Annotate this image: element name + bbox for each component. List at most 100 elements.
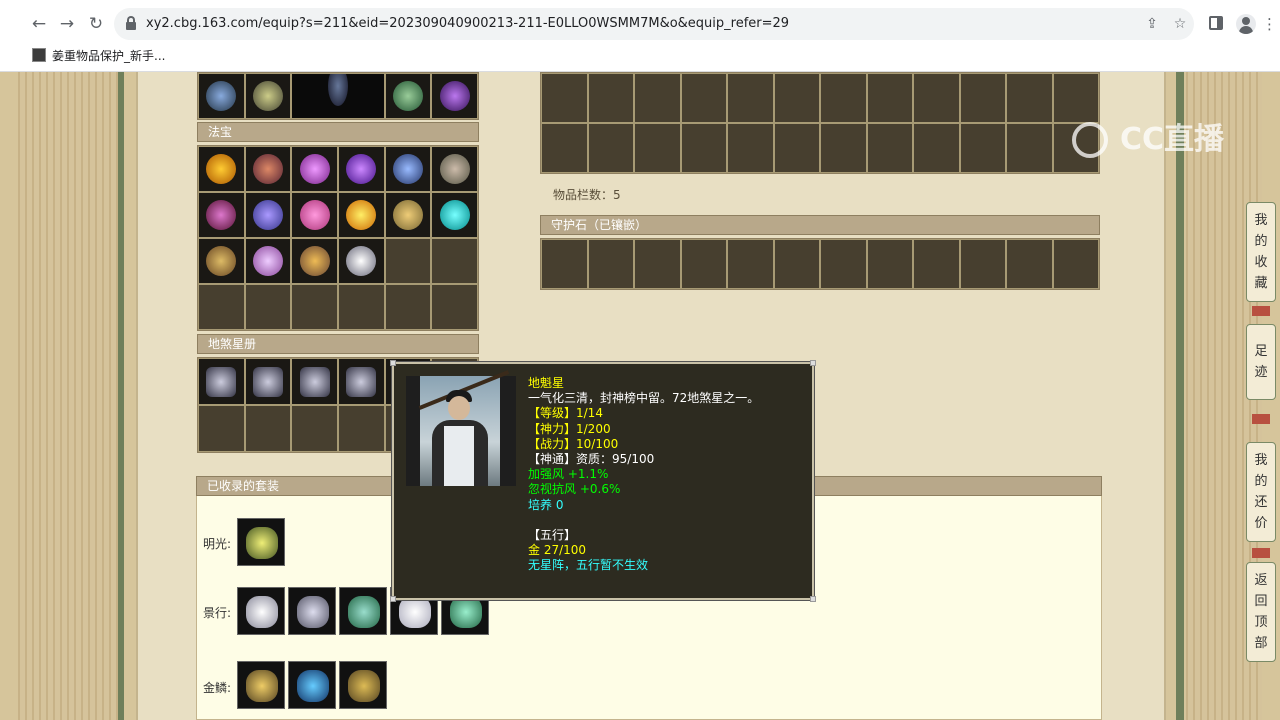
guard-slot[interactable] — [866, 239, 913, 289]
inventory-slot[interactable] — [680, 73, 727, 123]
guard-slot[interactable] — [541, 239, 588, 289]
fabao-header: 法宝 — [197, 122, 479, 142]
inventory-slot[interactable] — [587, 123, 634, 173]
inventory-slot[interactable] — [727, 123, 774, 173]
bookmark-star-icon[interactable]: ☆ — [1170, 14, 1190, 34]
inventory-slot[interactable] — [634, 123, 681, 173]
suit-item[interactable] — [288, 661, 336, 709]
inventory-slot[interactable] — [913, 123, 960, 173]
suit-label: 明光: — [203, 537, 232, 551]
disha-card[interactable] — [244, 358, 292, 405]
inventory-slot[interactable] — [820, 123, 867, 173]
guard-slot[interactable] — [773, 239, 820, 289]
lock-icon[interactable] — [126, 16, 136, 30]
fabao-slot[interactable] — [338, 192, 385, 238]
equipment-grid — [197, 72, 479, 120]
equip-slot[interactable] — [384, 73, 432, 119]
footprint-button[interactable]: 足 迹 — [1246, 324, 1276, 400]
suit-item[interactable] — [237, 661, 285, 709]
fabao-slot[interactable] — [291, 146, 338, 192]
fabao-slot[interactable] — [431, 146, 478, 192]
inventory-slot[interactable] — [773, 73, 820, 123]
fabao-slot[interactable] — [244, 238, 292, 284]
inventory-slot[interactable] — [913, 73, 960, 123]
inventory-slot[interactable] — [541, 73, 588, 123]
bookmark-item[interactable]: 姜重物品保护_新手... — [32, 47, 165, 65]
fabao-slot[interactable] — [198, 146, 245, 192]
profile-avatar-icon[interactable] — [1236, 14, 1256, 34]
fabao-slot[interactable] — [198, 192, 245, 238]
forward-arrow-icon[interactable]: → — [56, 13, 78, 35]
back-to-top-button[interactable]: 返 回 顶 部 — [1246, 562, 1276, 662]
share-icon[interactable]: ⇪ — [1142, 14, 1162, 34]
equip-slot[interactable] — [431, 73, 478, 119]
guard-slot[interactable] — [634, 239, 681, 289]
disha-card[interactable] — [291, 358, 338, 405]
item-tooltip: 地魁星 一气化三清，封神榜中留。72地煞星之一。 【等级】1/14 【神力】1/… — [390, 360, 816, 602]
url-text[interactable]: xy2.cbg.163.com/equip?s=211&eid=20230904… — [146, 16, 789, 31]
fabao-slot[interactable] — [291, 192, 338, 238]
menu-dots-icon[interactable]: ⋮ — [1262, 14, 1277, 34]
disha-card[interactable] — [198, 358, 245, 405]
address-bar[interactable]: xy2.cbg.163.com/equip?s=211&eid=20230904… — [114, 8, 1194, 40]
inventory-slot[interactable] — [680, 123, 727, 173]
inventory-slot[interactable] — [959, 73, 1006, 123]
browser-chrome: ← → ↻ xy2.cbg.163.com/equip?s=211&eid=20… — [0, 0, 1280, 72]
nav-char: 部 — [1254, 636, 1268, 651]
guard-slot[interactable] — [680, 239, 727, 289]
tooltip-wuxing-note: 无星阵，五行暂不生效 — [528, 558, 649, 573]
inventory-slot[interactable] — [1006, 73, 1053, 123]
suit-item[interactable] — [288, 587, 336, 635]
guard-slot[interactable] — [1006, 239, 1053, 289]
guard-slot[interactable] — [959, 239, 1006, 289]
cc-logo-icon — [1072, 122, 1108, 158]
inventory-slot[interactable] — [587, 73, 634, 123]
fabao-slot[interactable] — [431, 192, 478, 238]
guard-slot[interactable] — [1052, 239, 1099, 289]
sidebar-toggle-icon[interactable] — [1209, 16, 1223, 30]
empty-slot — [244, 284, 292, 330]
inventory-slot[interactable] — [727, 73, 774, 123]
fabao-slot[interactable] — [338, 238, 385, 284]
inventory-slot[interactable] — [866, 73, 913, 123]
inventory-slot[interactable] — [773, 123, 820, 173]
my-favorites-button[interactable]: 我 的 收 藏 — [1246, 202, 1276, 302]
equip-slot[interactable] — [198, 73, 245, 119]
guard-slot[interactable] — [820, 239, 867, 289]
fabao-slot[interactable] — [198, 238, 245, 284]
right-border-decoration — [1176, 72, 1184, 720]
reload-icon[interactable]: ↻ — [85, 13, 107, 35]
fabao-slot[interactable] — [244, 146, 292, 192]
nav-connector — [1252, 548, 1270, 558]
bookmark-label: 姜重物品保护_新手... — [52, 49, 166, 63]
nav-char: 收 — [1254, 255, 1268, 270]
fabao-slot[interactable] — [244, 192, 292, 238]
inventory-slot[interactable] — [1052, 73, 1099, 123]
empty-slot — [291, 405, 338, 452]
inventory-slot[interactable] — [866, 123, 913, 173]
fabao-slot[interactable] — [384, 192, 432, 238]
fabao-slot[interactable] — [291, 238, 338, 284]
inventory-slot[interactable] — [820, 73, 867, 123]
back-arrow-icon[interactable]: ← — [28, 13, 50, 35]
guard-slot[interactable] — [587, 239, 634, 289]
inventory-slot[interactable] — [634, 73, 681, 123]
tooltip-attr: 忽视抗风 +0.6% — [528, 482, 621, 497]
suit-item[interactable] — [237, 587, 285, 635]
inventory-slot[interactable] — [541, 123, 588, 173]
fabao-slot[interactable] — [384, 146, 432, 192]
nav-char: 足 — [1254, 344, 1268, 359]
guard-slot[interactable] — [727, 239, 774, 289]
fabao-slot[interactable] — [338, 146, 385, 192]
guard-slot[interactable] — [913, 239, 960, 289]
empty-slot — [338, 405, 385, 452]
disha-card[interactable] — [338, 358, 385, 405]
equip-slot[interactable] — [244, 73, 292, 119]
inventory-slot[interactable] — [959, 123, 1006, 173]
character-portrait — [406, 370, 516, 486]
my-bargain-button[interactable]: 我 的 还 价 — [1246, 442, 1276, 542]
suit-item[interactable] — [339, 587, 387, 635]
suit-item[interactable] — [237, 518, 285, 566]
suit-item[interactable] — [339, 661, 387, 709]
inventory-slot[interactable] — [1006, 123, 1053, 173]
